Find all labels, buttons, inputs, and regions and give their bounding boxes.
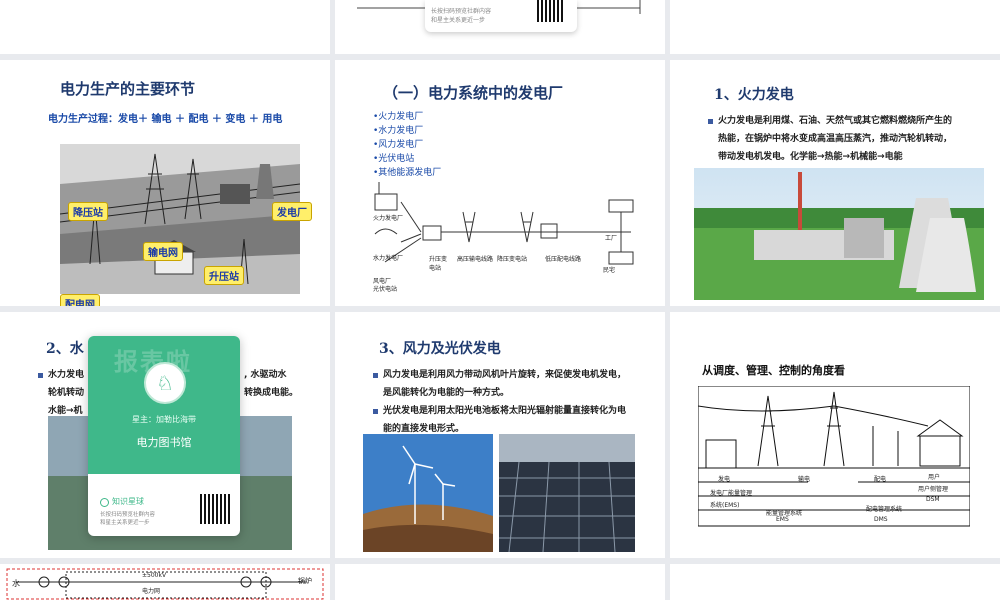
hydro-text-right: , 水驱动水 转换成电能。 bbox=[244, 366, 298, 402]
slide-power-plants[interactable]: （一）电力系统中的发电厂 •火力发电厂 •水力发电厂 •风力发电厂 •光伏电站 … bbox=[335, 60, 665, 306]
page-title: 电力生产的主要环节 bbox=[60, 80, 196, 98]
diagram-label: 降压变电站 bbox=[497, 256, 528, 263]
community-card[interactable]: 报表啦 ♘ 星主：加勒比海带 电力图书馆 知识星球 长按扫码预览社群内容 和星主… bbox=[88, 336, 240, 536]
dispatch-label: 发电 bbox=[718, 476, 731, 483]
text-line: 水力发电 bbox=[48, 370, 85, 380]
slide-bottom-right[interactable] bbox=[670, 564, 1000, 600]
dispatch-label: DSM bbox=[926, 496, 940, 503]
text-line: 火力发电是利用煤、石油、天然气或其它燃料燃烧所产生的 bbox=[718, 116, 953, 126]
text-line: 风力发电是利用风力带动风机叶片旋转，来促使发电机发电， bbox=[383, 370, 627, 380]
thermal-text: 火力发电是利用煤、石油、天然气或其它燃料燃烧所产生的 热能，在锅炉中将水变成高温… bbox=[718, 112, 998, 166]
slide-top-left[interactable] bbox=[0, 0, 330, 54]
page-title: 2、水 bbox=[46, 341, 84, 357]
plant-list: •火力发电厂 •水力发电厂 •风力发电厂 •光伏电站 •其他能源发电厂 bbox=[373, 110, 441, 180]
list-item: •风力发电厂 bbox=[373, 140, 424, 150]
bullet-icon bbox=[38, 373, 43, 378]
text-line: 是风能转化为电能的一种方式。 bbox=[383, 388, 510, 398]
diagram-label: 升压变电站 bbox=[429, 256, 448, 272]
diagram-label: 火力发电厂 bbox=[373, 215, 404, 222]
top-diagram-lines bbox=[357, 0, 641, 14]
solar-panel-photo bbox=[499, 434, 635, 552]
dispatch-label: 配电 bbox=[874, 476, 887, 483]
card-name: 电力图书馆 bbox=[136, 436, 192, 449]
dispatch-label: 系统(EMS) bbox=[710, 502, 740, 509]
page-title: 从调度、管理、控制的角度看 bbox=[702, 364, 845, 377]
text-line: 热能，在锅炉中将水变成高温高压蒸汽，推动汽轮机转动， bbox=[718, 134, 953, 144]
list-item: •火力发电厂 bbox=[373, 112, 424, 122]
list-item: •光伏电站 bbox=[373, 154, 415, 164]
step-down-label: 降压站 bbox=[68, 202, 108, 221]
dispatch-label: 用户侧管理 bbox=[918, 486, 949, 493]
text-line: 轮机转动 bbox=[48, 388, 85, 398]
diagram-label: 低压配电线路 bbox=[545, 256, 582, 263]
schematic-label: 锅炉 bbox=[298, 577, 312, 585]
schematic-label: 电力网 bbox=[142, 588, 161, 595]
wind-turbine-photo bbox=[363, 434, 493, 552]
dispatch-label: 用户 bbox=[928, 474, 941, 481]
diagram-label: 民宅 bbox=[603, 267, 616, 274]
distribution-label: 配电网 bbox=[60, 294, 100, 306]
slide-top-center[interactable]: 长按扫码预览社群内容 和星主关系更近一步 bbox=[335, 0, 665, 54]
card-owner: 星主：加勒比海带 bbox=[132, 415, 196, 424]
step-up-label: 升压站 bbox=[204, 266, 244, 285]
diagram-label: 光伏电站 bbox=[373, 286, 398, 293]
process-line: 电力生产过程：发电＋ 输电 ＋ 配电 ＋ 变电 ＋ 用电 bbox=[48, 114, 283, 125]
dispatch-diagram bbox=[698, 386, 970, 527]
dispatch-label: 配电管理系统 bbox=[866, 506, 903, 513]
slide-power-chain[interactable]: 电力生产的主要环节 电力生产过程：发电＋ 输电 ＋ 配电 ＋ 变电 ＋ 用电 降… bbox=[0, 60, 330, 306]
dispatch-label: DMS bbox=[874, 516, 888, 523]
diagram-label: 高压输电线路 bbox=[457, 256, 494, 263]
bullet-icon bbox=[373, 373, 378, 378]
dispatch-label: 发电厂能量管理 bbox=[710, 490, 753, 497]
text-line: 带动发电机发电。化学能→热能→机械能→电能 bbox=[718, 152, 903, 162]
thermal-plant-photo bbox=[694, 168, 984, 300]
slide-top-right[interactable] bbox=[670, 0, 1000, 54]
planet-icon bbox=[100, 498, 109, 507]
diagram-label: 工厂 bbox=[605, 235, 618, 242]
slide-bottom-center[interactable] bbox=[335, 564, 665, 600]
bullet-icon bbox=[708, 119, 713, 124]
card-tip1: 长按扫码预览社群内容 bbox=[100, 512, 156, 518]
avatar: ♘ bbox=[144, 362, 186, 404]
dispatch-label: EMS bbox=[776, 516, 789, 523]
schematic-label: 水 bbox=[12, 579, 20, 588]
qr-code-icon[interactable] bbox=[200, 494, 230, 524]
bullet-icon bbox=[373, 409, 378, 414]
transmission-label: 输电网 bbox=[143, 242, 183, 261]
text-line: 光伏发电是利用太阳光电池板将太阳光辐射能量直接转化为电 bbox=[383, 406, 627, 416]
dispatch-label: 输电 bbox=[798, 476, 811, 483]
card-banner: 报表啦 ♘ 星主：加勒比海带 电力图书馆 bbox=[88, 336, 240, 474]
hydro-text-left: 水力发电 轮机转动 水能→机 bbox=[48, 366, 84, 420]
slide-thermal[interactable]: 1、火力发电 火力发电是利用煤、石油、天然气或其它燃料燃烧所产生的 热能，在锅炉… bbox=[670, 60, 1000, 306]
text-line: , 水驱动水 bbox=[244, 370, 287, 380]
slide-wind-pv[interactable]: 3、风力及光伏发电 风力发电是利用风力带动风机叶片旋转，来促使发电机发电， 是风… bbox=[335, 312, 665, 558]
diagram-label: 水力发电厂 bbox=[373, 255, 404, 262]
generation-label: 发电厂 bbox=[272, 202, 312, 221]
list-item: •水力发电厂 bbox=[373, 126, 424, 136]
page-title: 3、风力及光伏发电 bbox=[379, 341, 501, 357]
list-item: •其他能源发电厂 bbox=[373, 168, 442, 178]
page-title: （一）电力系统中的发电厂 bbox=[383, 84, 564, 102]
slide-bottom-left[interactable]: 水 ±500kV 电力网 锅炉 bbox=[0, 564, 330, 600]
wind-pv-text: 风力发电是利用风力带动风机叶片旋转，来促使发电机发电， 是风能转化为电能的一种方… bbox=[383, 366, 661, 438]
schematic-label: ±500kV bbox=[142, 572, 167, 579]
page-title: 1、火力发电 bbox=[714, 87, 794, 103]
plant-network-diagram bbox=[374, 182, 634, 265]
card-tip2: 和星主关系更近一步 bbox=[100, 520, 150, 526]
planet-label: 知识星球 bbox=[112, 497, 144, 506]
slide-dispatch[interactable]: 从调度、管理、控制的角度看 发电 输电 配电 用户 发电厂能量管理 用户侧管理 … bbox=[670, 312, 1000, 558]
text-line: 转换成电能。 bbox=[244, 388, 299, 398]
